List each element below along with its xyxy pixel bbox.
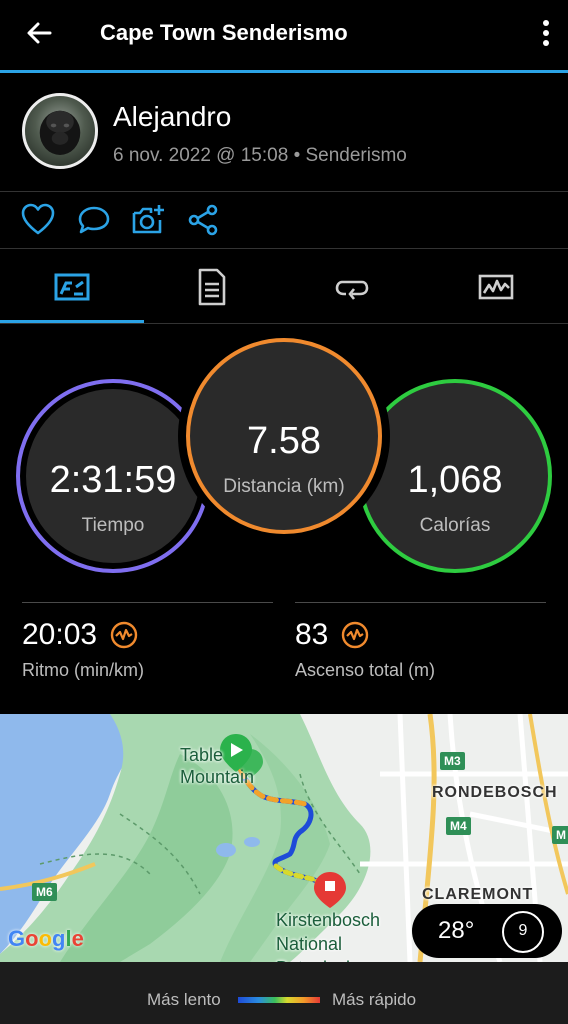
route-map[interactable]: Table Mountain RONDEBOSCH CLAREMONT Kirs… (0, 714, 568, 962)
comment-icon[interactable] (76, 202, 112, 238)
time-value: 2:31:59 (49, 459, 177, 501)
app-bar: Cape Town Senderismo (0, 0, 568, 70)
details-tab-icon[interactable] (192, 267, 232, 307)
performance-icon[interactable] (110, 621, 138, 649)
road-badge-m4: M4 (446, 817, 471, 835)
charts-tab-icon[interactable] (476, 267, 516, 307)
pace-label: Ritmo (min/km) (22, 660, 144, 680)
legend-fast-label: Más rápido (332, 990, 417, 1009)
temperature-value: 28° (438, 917, 475, 944)
avatar[interactable] (22, 93, 98, 169)
map-label-claremont: CLAREMONT (422, 886, 534, 903)
road-badge-m6: M6 (32, 883, 57, 901)
page-title: Cape Town Senderismo (100, 20, 348, 45)
road-badge-m3: M3 (440, 752, 465, 770)
activity-meta: 6 nov. 2022 @ 15:08 • Senderismo (113, 145, 407, 166)
pace-metric: 20:03 Ritmo (min/km) (22, 618, 144, 681)
ascent-label: Ascenso total (m) (295, 660, 436, 680)
calories-value: 1,068 (407, 459, 503, 501)
map-label-kirstenbosch: Kirstenbosch National Botanical (276, 910, 381, 962)
user-name[interactable]: Alejandro (113, 101, 231, 133)
wind-direction-icon: 9 (502, 911, 544, 953)
pace-legend: Más lento Más rápido (0, 962, 568, 1024)
laps-tab-icon[interactable] (332, 267, 372, 307)
performance-icon[interactable] (341, 621, 369, 649)
ascent-metric: 83 Ascenso total (m) (295, 618, 435, 681)
back-arrow-icon[interactable] (22, 16, 56, 50)
wind-speed-value: 9 (518, 922, 528, 939)
action-row (0, 192, 568, 248)
divider (295, 602, 546, 603)
distance-ring: 7.58 Distancia (km) (186, 338, 382, 534)
weather-badge[interactable]: 28° 9 (412, 904, 562, 958)
divider (22, 602, 273, 603)
pace-value: 20:03 (22, 618, 98, 651)
gorilla-avatar-image (39, 110, 81, 155)
legend-gradient-bar (238, 997, 320, 1003)
calories-ring: 1,068 Calorías (358, 379, 552, 573)
road-badge-m5: M (552, 826, 568, 844)
legend-slow-label: Más lento (147, 990, 221, 1009)
distance-label: Distancia (km) (223, 476, 345, 497)
distance-value: 7.58 (247, 420, 321, 462)
google-logo: Google (8, 926, 84, 951)
time-ring: 2:31:59 Tiempo (16, 379, 210, 573)
tab-bar (0, 249, 568, 323)
add-photo-icon[interactable] (130, 202, 166, 238)
map-label-rondebosch: RONDEBOSCH (432, 784, 558, 801)
share-icon[interactable] (186, 202, 222, 238)
map-label-table-mountain: Table Mountain (180, 745, 255, 787)
ascent-value: 83 (295, 618, 329, 651)
activity-header: Alejandro 6 nov. 2022 @ 15:08 • Senderis… (0, 73, 568, 191)
more-options-icon[interactable] (540, 16, 552, 50)
calories-label: Calorías (419, 515, 491, 536)
divider (0, 323, 568, 324)
heart-icon[interactable] (20, 202, 56, 238)
stats-tab-icon[interactable] (52, 267, 92, 307)
time-label: Tiempo (81, 515, 145, 536)
